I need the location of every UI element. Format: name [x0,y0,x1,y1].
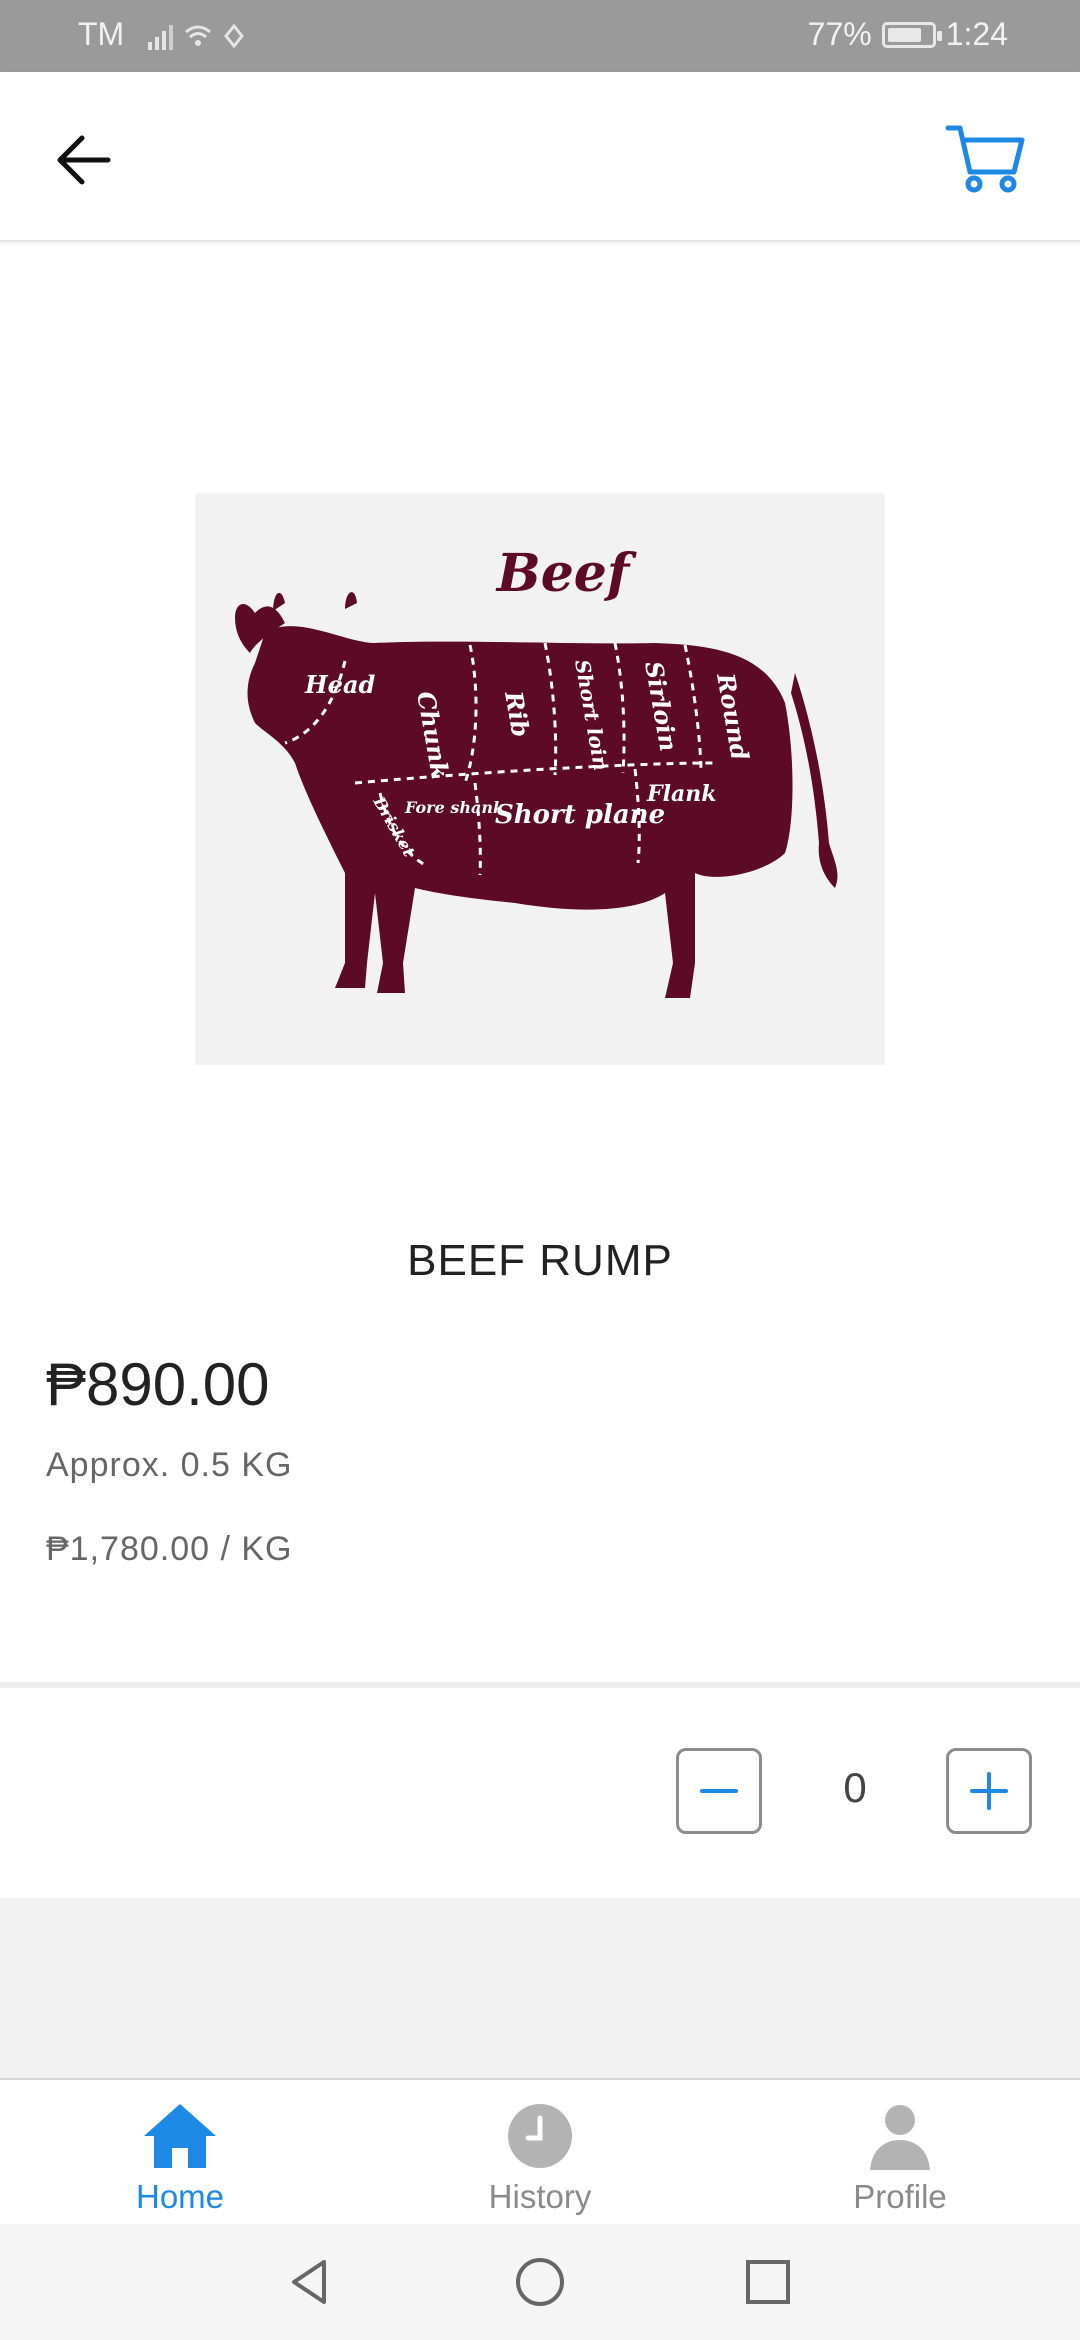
price-per-kg: ₱1,780.00 / KG [46,1530,293,1568]
cut-label: Short plane [495,800,665,830]
battery-percent: 77% [807,16,872,52]
home-icon [144,2104,216,2168]
system-home-icon[interactable] [512,2254,568,2310]
clock-icon [508,2104,572,2168]
bottom-navigation: Home History Profile [0,2078,1080,2226]
cart-button[interactable] [944,116,1028,200]
status-bar: TM 77% 1:24 [0,0,1080,72]
cut-label: Head [304,670,375,699]
quantity-stepper: 0 [0,1688,1080,1898]
cut-label: Fore shank [404,798,504,817]
plus-icon [970,1772,1008,1810]
arrow-left-icon [57,135,111,185]
shopping-cart-icon [945,125,1025,193]
decrease-quantity-button[interactable] [676,1748,762,1834]
product-name: BEEF RUMP [407,1236,673,1285]
approx-weight: Approx. 0.5 KG [46,1446,293,1484]
image-title: Beef [495,543,637,604]
carrier-label: TM [78,16,125,52]
app-bar [0,72,1080,242]
nav-profile[interactable]: Profile [720,2080,1080,2226]
battery-icon [881,21,942,48]
system-back-icon[interactable] [282,2254,338,2310]
back-button[interactable] [48,124,120,196]
increase-quantity-button[interactable] [946,1748,1032,1834]
quantity-value: 0 [843,1764,867,1811]
cut-label: Flank [646,781,716,807]
nav-home-label: Home [135,2178,225,2215]
clock-time: 1:24 [945,16,1008,52]
nav-history[interactable]: History [360,2080,720,2226]
system-recents-icon[interactable] [740,2254,796,2310]
product-image: Beef Head Chunk Rib Short loin Sirloin R… [195,493,885,1065]
nav-history-label: History [488,2178,592,2215]
product-price: ₱890.00 [46,1351,270,1418]
minus-icon [700,1789,738,1793]
nav-home[interactable]: Home [0,2080,360,2226]
user-icon [870,2105,930,2170]
system-navigation-bar [0,2224,1080,2340]
nav-profile-label: Profile [853,2178,947,2215]
signal-wifi-icons [148,20,258,60]
empty-area [0,1898,1080,2078]
